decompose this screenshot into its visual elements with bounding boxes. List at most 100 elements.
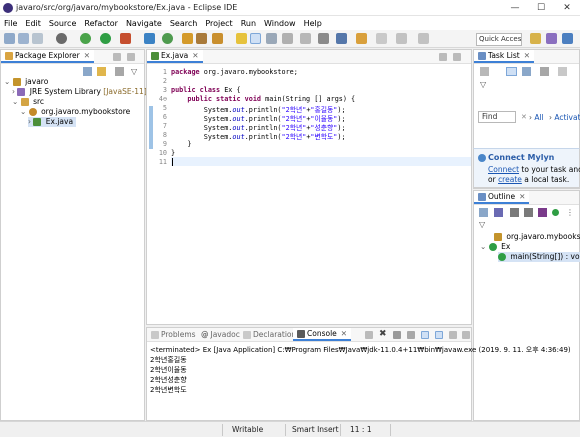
back-arrow-icon[interactable] [396, 33, 407, 44]
all-filter[interactable]: › All [529, 113, 544, 122]
debug-icon[interactable] [80, 33, 91, 44]
chevron-down-icon[interactable]: ⌄ [4, 77, 10, 86]
code-line-9[interactable]: } [171, 140, 191, 148]
open-type-icon[interactable] [196, 33, 207, 44]
hide-local-types-icon[interactable] [552, 209, 559, 216]
menu-run[interactable]: Run [241, 19, 256, 28]
menu-source[interactable]: Source [49, 19, 76, 28]
find-input[interactable]: Find [478, 111, 516, 123]
quick-access-input[interactable]: Quick Access [476, 33, 522, 46]
code-line-4[interactable]: public static void main(String [] args) … [171, 95, 355, 103]
maximize-icon[interactable] [453, 53, 461, 61]
forward-arrow-icon[interactable] [418, 33, 429, 44]
tab-javadoc[interactable]: @ Javadoc [197, 328, 244, 341]
collapse-all-icon[interactable] [479, 208, 488, 217]
scroll-lock-icon[interactable] [407, 331, 415, 339]
tab-declaration[interactable]: Declaration [239, 328, 300, 341]
collapse-all-icon[interactable] [83, 67, 92, 76]
word-wrap-icon[interactable] [421, 331, 429, 339]
pin-console-icon[interactable] [449, 331, 457, 339]
tree-file-ex[interactable]: › Ex.java [28, 117, 77, 127]
clear-find-icon[interactable]: ✕ [521, 113, 527, 121]
maximize-icon[interactable] [127, 53, 135, 61]
view-menu-icon[interactable]: ▽ [131, 67, 140, 76]
close-window-button[interactable]: ✕ [554, 0, 580, 16]
all-link[interactable]: All [534, 113, 543, 122]
toggle-mark-occurrences-icon[interactable] [250, 33, 261, 44]
activate-link[interactable]: Activate... [554, 113, 580, 122]
close-task-list-button[interactable]: ✕ [524, 51, 530, 60]
menu-help[interactable]: Help [304, 19, 322, 28]
hide-nonpublic-icon[interactable] [538, 208, 547, 217]
minimize-icon[interactable] [439, 53, 447, 61]
view-menu-icon[interactable]: ▽ [480, 80, 486, 89]
tab-ex-java[interactable]: Ex.java ✕ [147, 50, 203, 63]
pilcrow-icon[interactable] [300, 33, 311, 44]
close-editor-button[interactable]: ✕ [192, 51, 198, 60]
menu-file[interactable]: File [4, 19, 17, 28]
new-java-project-icon[interactable] [144, 33, 155, 44]
activate-filter[interactable]: › Activate... [549, 113, 580, 122]
save-icon[interactable] [18, 33, 29, 44]
search-icon[interactable] [212, 33, 223, 44]
sync-icon[interactable] [558, 67, 567, 76]
external-tools-icon[interactable] [120, 33, 131, 44]
tree-jre-library[interactable]: › JRE System Library [JavaSE-11] [12, 87, 147, 97]
tab-task-list[interactable]: Task List ✕ [474, 50, 534, 63]
maximize-button[interactable]: ☐ [528, 0, 554, 16]
chevron-right-icon[interactable]: › [12, 87, 15, 96]
last-edit-icon[interactable] [376, 33, 387, 44]
hide-static-icon[interactable] [524, 208, 533, 217]
minimize-icon[interactable] [113, 53, 121, 61]
menu-edit[interactable]: Edit [25, 19, 41, 28]
terminate-icon[interactable] [365, 331, 373, 339]
tree-package[interactable]: ⌄ org.javaro.mybookstore [20, 107, 130, 117]
remove-launch-icon[interactable]: ✖ [379, 330, 387, 339]
prev-annotation-icon[interactable] [356, 33, 367, 44]
sort-icon[interactable] [494, 208, 503, 217]
show-whitespace-icon[interactable] [282, 33, 293, 44]
outline-package[interactable]: org.javaro.mybookstore [494, 232, 580, 242]
tab-console[interactable]: Console ✕ [293, 328, 352, 341]
close-console-button[interactable]: ✕ [341, 329, 347, 338]
tab-package-explorer[interactable]: Package Explorer ✕ [1, 50, 94, 63]
code-line-1[interactable]: package org.javaro.mybookstore; [171, 68, 298, 76]
new-icon[interactable] [4, 33, 15, 44]
menu-search[interactable]: Search [170, 19, 197, 28]
next-annotation-icon[interactable] [318, 33, 329, 44]
view-menu-icon[interactable]: ▽ [479, 220, 485, 229]
gear-icon[interactable] [56, 33, 67, 44]
new-task-icon[interactable] [480, 67, 489, 76]
code-line-8[interactable]: System.out.println("2학년"+"변학도"); [171, 131, 346, 141]
new-package-icon[interactable] [162, 33, 173, 44]
tree-src-folder[interactable]: ⌄ src [12, 97, 44, 107]
code-line-10[interactable]: } [171, 149, 175, 157]
show-console-icon[interactable] [435, 331, 443, 339]
new-class-icon[interactable] [182, 33, 193, 44]
categorized-icon[interactable] [506, 67, 517, 76]
maximize-icon[interactable] [462, 331, 470, 339]
minimize-button[interactable]: — [502, 0, 528, 16]
menu-navigate[interactable]: Navigate [126, 19, 162, 28]
view-menu-icon[interactable]: ⋮ [566, 208, 574, 217]
collapse-all-icon[interactable] [540, 67, 549, 76]
menu-window[interactable]: Window [264, 19, 296, 28]
remove-all-icon[interactable] [393, 331, 401, 339]
run-icon[interactable] [100, 33, 111, 44]
outline-method[interactable]: main(String[]) : void [498, 252, 580, 262]
create-link[interactable]: create [498, 175, 522, 184]
close-package-explorer-button[interactable]: ✕ [84, 51, 90, 60]
chevron-down-icon[interactable]: ⌄ [20, 107, 26, 116]
chevron-right-icon[interactable]: › [28, 117, 31, 126]
outline-class[interactable]: ⌄ Ex [480, 242, 510, 252]
annotation-icon[interactable] [236, 33, 247, 44]
chevron-down-icon[interactable]: ⌄ [480, 242, 486, 251]
code-line-3[interactable]: public class Ex { [171, 86, 241, 94]
debug-perspective-icon[interactable] [546, 33, 557, 44]
close-outline-button[interactable]: ✕ [519, 192, 525, 201]
menu-refactor[interactable]: Refactor [84, 19, 118, 28]
tab-outline[interactable]: Outline ✕ [474, 191, 530, 204]
connect-link[interactable]: Connect [488, 165, 519, 174]
toggle-block-selection-icon[interactable] [266, 33, 277, 44]
open-perspective-icon[interactable] [530, 33, 541, 44]
